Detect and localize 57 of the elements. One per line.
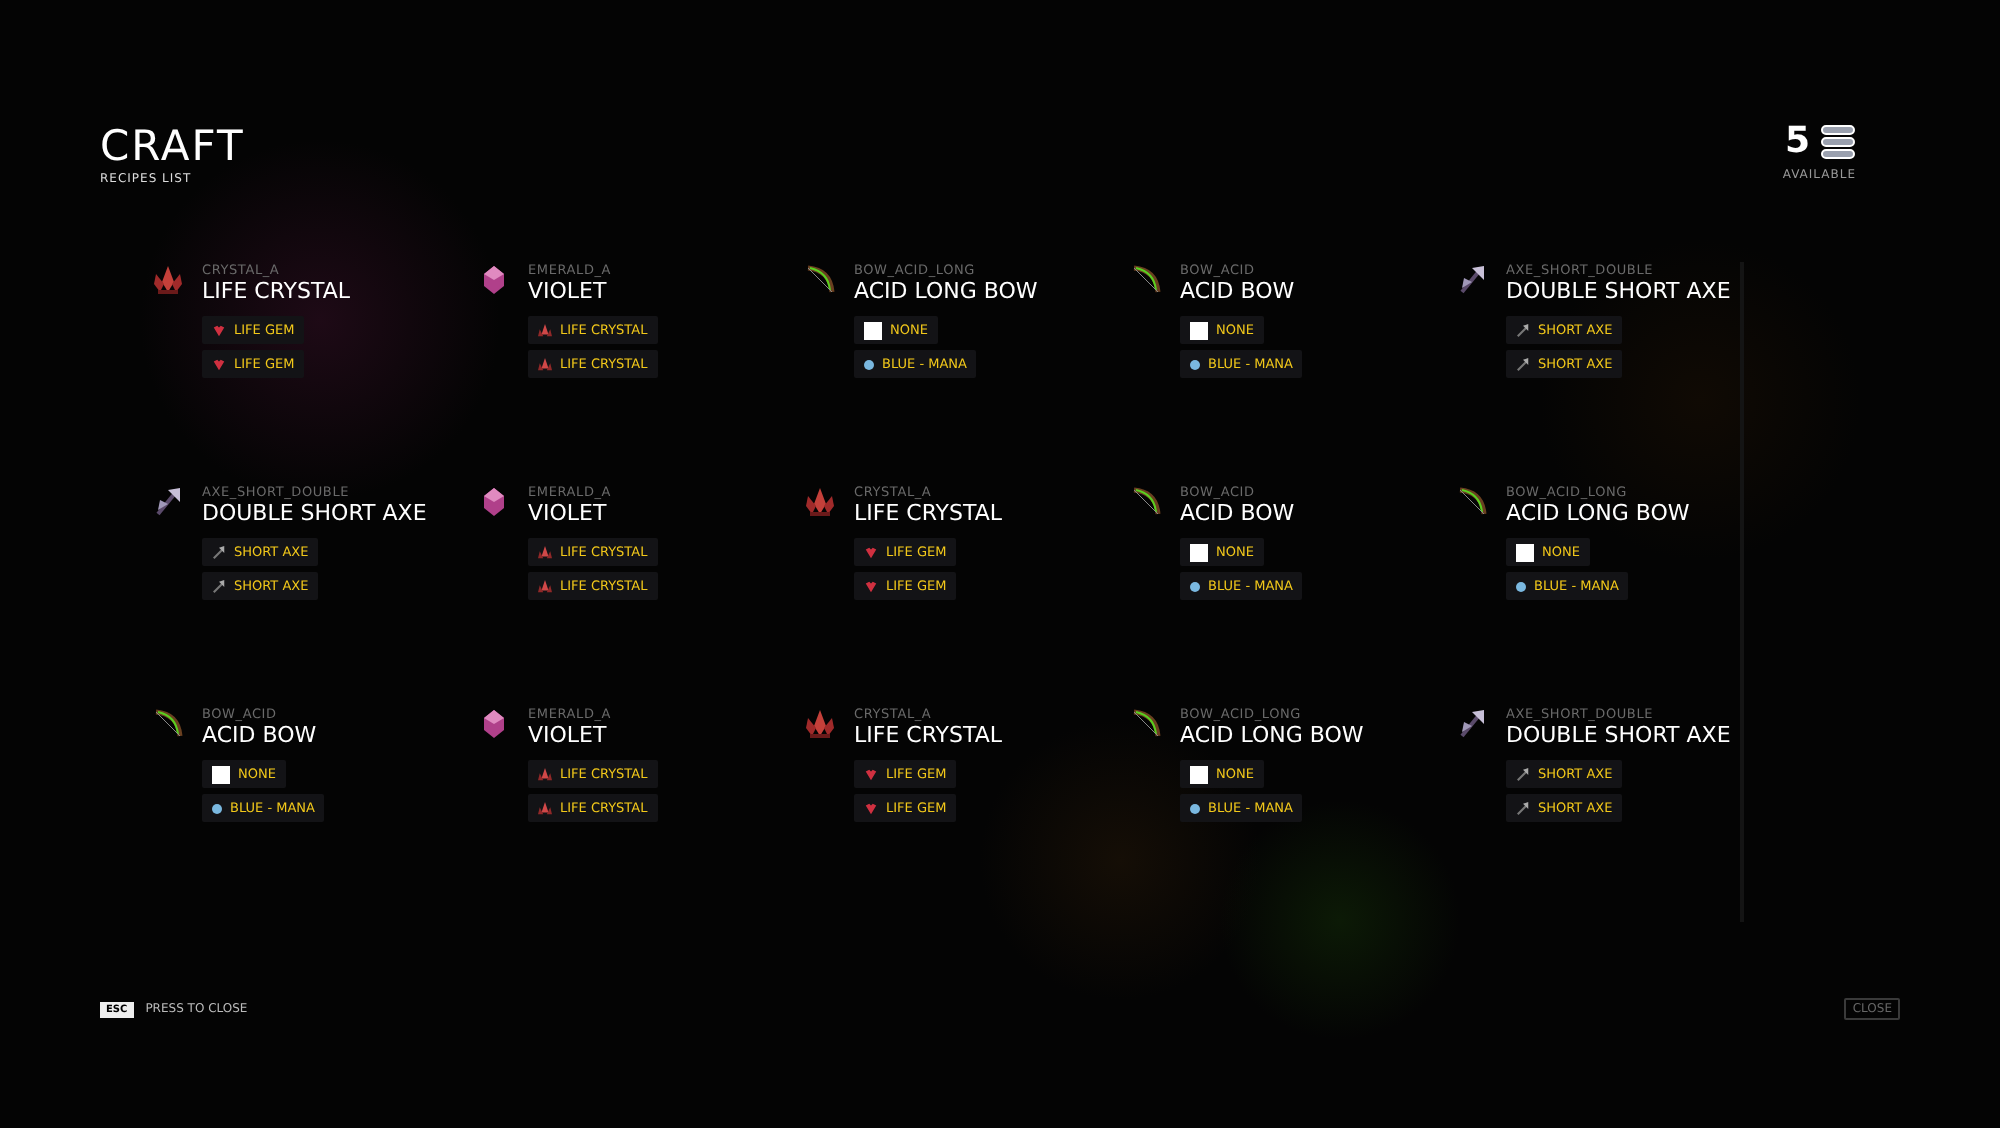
crystal-icon: [538, 579, 552, 593]
blank-square-icon: [1190, 321, 1208, 339]
heart-icon: [864, 545, 878, 559]
item-name: ACID BOW: [202, 722, 319, 748]
heart-icon: [864, 579, 878, 593]
heart-icon: [864, 767, 878, 781]
crystal-icon: [538, 323, 552, 337]
axe-icon: [212, 579, 226, 593]
blank-square-icon: [212, 765, 230, 783]
axe-icon: [1516, 357, 1530, 371]
mana-orb-icon: [1190, 581, 1200, 591]
mana-orb-icon: [1190, 359, 1200, 369]
crystal-icon: [150, 262, 186, 298]
blank-square-icon: [1516, 543, 1534, 561]
item-name: VIOLET: [528, 500, 609, 526]
blank-square-icon: [1190, 765, 1208, 783]
axe-icon: [1516, 323, 1530, 337]
page-title: CRAFT: [100, 124, 245, 168]
blank-square-icon: [864, 321, 882, 339]
item-name: DOUBLE SHORT AXE: [202, 500, 427, 526]
mana-orb-icon: [864, 359, 874, 369]
item-name: ACID BOW: [1180, 278, 1297, 304]
axe-icon: [1516, 767, 1530, 781]
mana-orb-icon: [1516, 581, 1526, 591]
crystal-icon: [538, 767, 552, 781]
crystal-icon: [802, 484, 838, 520]
item-name: VIOLET: [528, 278, 609, 304]
item-name: ACID BOW: [1180, 500, 1297, 526]
bow-icon: [1128, 262, 1164, 298]
bow-icon: [150, 706, 186, 742]
item-name: DOUBLE SHORT AXE: [1506, 722, 1731, 748]
mana-orb-icon: [1190, 803, 1200, 813]
item-name: LIFE CRYSTAL: [854, 500, 1002, 526]
mana-orb-icon: [212, 803, 222, 813]
bow-icon: [1128, 484, 1164, 520]
crystal-icon: [538, 545, 552, 559]
bow-icon: [802, 262, 838, 298]
bow-icon: [1128, 706, 1164, 742]
available-count: 5: [1784, 120, 1810, 162]
crystal-icon: [802, 706, 838, 742]
item-name: VIOLET: [528, 722, 609, 748]
heart-icon: [864, 801, 878, 815]
axe-icon: [1516, 801, 1530, 815]
item-name: ACID LONG BOW: [1180, 722, 1364, 748]
item-name: ACID LONG BOW: [854, 278, 1038, 304]
axe-icon: [212, 545, 226, 559]
stack-icon: [1820, 123, 1856, 159]
blank-square-icon: [1190, 543, 1208, 561]
heart-icon: [212, 357, 226, 371]
heart-icon: [212, 323, 226, 337]
crystal-icon: [538, 801, 552, 815]
item-name: LIFE CRYSTAL: [854, 722, 1002, 748]
crystal-icon: [538, 357, 552, 371]
item-name: LIFE CRYSTAL: [202, 278, 350, 304]
item-name: ACID LONG BOW: [1506, 500, 1690, 526]
bow-icon: [1454, 484, 1490, 520]
item-name: DOUBLE SHORT AXE: [1506, 278, 1731, 304]
